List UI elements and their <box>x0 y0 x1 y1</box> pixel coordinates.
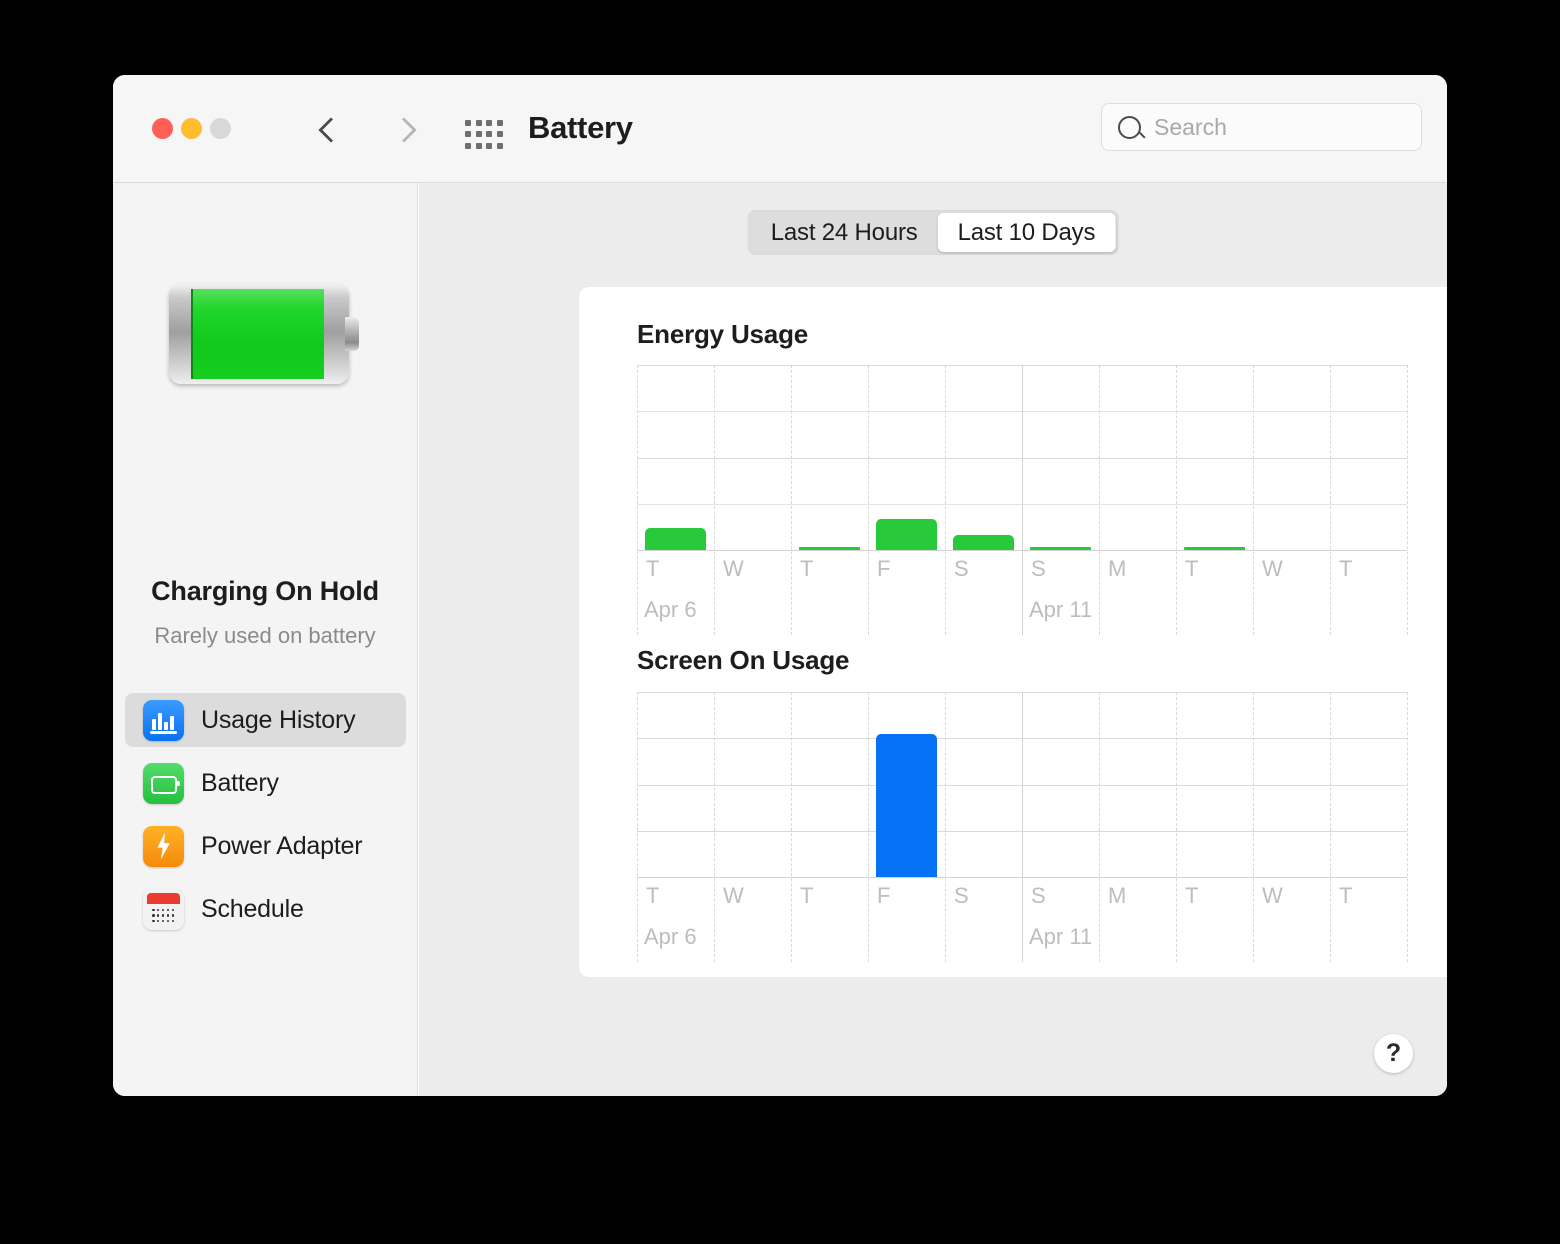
x-axis-tick-label: W <box>1262 883 1283 908</box>
x-axis-tick-label: T <box>1339 556 1353 581</box>
x-axis-tick-label: W <box>723 556 744 581</box>
sidebar-item-label: Power Adapter <box>201 831 363 860</box>
search-icon <box>1118 115 1141 139</box>
gridline-vertical <box>1330 365 1331 635</box>
chart-bar <box>1183 547 1246 550</box>
gridline-vertical <box>1253 692 1254 962</box>
x-axis-tick-label: M <box>1108 556 1127 581</box>
gridline-vertical <box>1330 692 1331 962</box>
battery-status-title: Charging On Hold <box>151 576 379 606</box>
gridline-vertical <box>1176 692 1177 962</box>
sidebar-item-schedule[interactable]: Schedule <box>125 882 406 936</box>
search-field[interactable]: Search <box>1101 103 1422 151</box>
schedule-calendar-icon <box>143 888 184 930</box>
x-axis-date-label: Apr 11 <box>1029 924 1093 949</box>
x-axis-tick-label: T <box>1339 883 1353 908</box>
time-range-segmented-control[interactable]: Last 24 Hours Last 10 Days <box>747 210 1119 255</box>
sidebar-item-battery[interactable]: Battery <box>125 756 406 810</box>
chart-bar <box>798 547 861 550</box>
gridline-vertical <box>637 365 638 635</box>
sidebar-item-usage-history[interactable]: Usage History <box>125 693 406 747</box>
sidebar-item-label: Battery <box>201 768 279 797</box>
x-axis-tick-label: T <box>646 883 660 908</box>
gridline-vertical <box>868 692 869 962</box>
chart-bar <box>644 527 707 550</box>
sidebar-item-power-adapter[interactable]: Power Adapter <box>125 819 406 873</box>
x-axis-tick-label: F <box>877 883 891 908</box>
usage-history-icon <box>143 699 184 741</box>
x-axis-tick-label: S <box>1031 556 1046 581</box>
chart-bar <box>875 518 938 550</box>
gridline-vertical <box>1176 365 1177 635</box>
gridline-vertical <box>1022 365 1023 635</box>
x-axis-tick-label: S <box>1031 883 1046 908</box>
gridline-vertical <box>945 692 946 962</box>
sidebar-item-label: Schedule <box>201 894 304 923</box>
chart-bar <box>952 535 1015 550</box>
minimize-button[interactable] <box>181 118 202 139</box>
screen-on-usage-plot: 0h1h2h3h4hTApr 6WTFSSApr 11MTWT <box>637 692 1408 962</box>
screen-on-usage-chart: Screen On Usage 0h1h2h3h4hTApr 6WTFSSApr… <box>579 612 1447 972</box>
gridline-vertical <box>945 365 946 635</box>
gridline-vertical <box>1022 692 1023 962</box>
x-axis-tick-label: S <box>954 883 969 908</box>
gridline-vertical <box>714 365 715 635</box>
energy-usage-plot: 0%50%100%TApr 6WTFSSApr 11MTWT <box>637 365 1408 635</box>
gridline-vertical <box>1253 365 1254 635</box>
help-question-icon: ? <box>1385 1039 1402 1067</box>
traffic-light-group <box>152 118 231 139</box>
x-axis-tick-label: T <box>1185 556 1199 581</box>
zoom-button[interactable] <box>210 118 231 139</box>
x-axis-tick-label: W <box>723 883 744 908</box>
tab-last-10-days[interactable]: Last 10 Days <box>937 213 1116 252</box>
main-content: Last 24 Hours Last 10 Days Energy Usage … <box>419 183 1447 1096</box>
gridline-vertical <box>1099 692 1100 962</box>
x-axis-date-label: Apr 6 <box>644 924 697 949</box>
gridline-vertical <box>791 365 792 635</box>
battery-status-subtitle: Rarely used on battery <box>154 623 376 648</box>
x-axis-tick-label: S <box>954 556 969 581</box>
x-axis-tick-label: T <box>800 556 814 581</box>
gridline-vertical <box>1407 692 1408 962</box>
battery-icon <box>143 762 184 804</box>
x-axis-tick-label: T <box>1185 883 1199 908</box>
x-axis-tick-label: W <box>1262 556 1283 581</box>
sidebar-nav-list: Usage History Battery Power Adapter Sche… <box>125 693 406 945</box>
usage-history-card: Energy Usage 0%50%100%TApr 6WTFSSApr 11M… <box>579 287 1447 977</box>
sidebar-item-label: Usage History <box>201 705 356 734</box>
energy-usage-chart: Energy Usage 0%50%100%TApr 6WTFSSApr 11M… <box>579 287 1447 635</box>
power-adapter-icon <box>143 825 184 867</box>
window-body: Charging On Hold Rarely used on battery … <box>113 183 1447 1096</box>
gridline-vertical <box>1099 365 1100 635</box>
gridline-vertical <box>868 365 869 635</box>
search-placeholder: Search <box>1154 113 1227 140</box>
screen: Battery Search Charging On Hold Rarely u… <box>0 0 1560 1244</box>
gridline-vertical <box>714 692 715 962</box>
close-button[interactable] <box>152 118 173 139</box>
gridline-vertical <box>791 692 792 962</box>
page-title: Battery <box>528 110 633 145</box>
chevron-right-icon <box>395 116 411 144</box>
system-preferences-window: Battery Search Charging On Hold Rarely u… <box>113 75 1447 1096</box>
chart-bar <box>875 733 938 877</box>
battery-full-icon <box>169 284 361 386</box>
chart-bar <box>1029 547 1092 550</box>
gridline-vertical <box>637 692 638 962</box>
x-axis-tick-label: M <box>1108 883 1127 908</box>
window-titlebar: Battery Search <box>113 75 1447 183</box>
back-button[interactable] <box>310 111 346 149</box>
x-axis-tick-label: T <box>646 556 660 581</box>
chevron-left-icon <box>320 116 336 144</box>
gridline-vertical <box>1407 365 1408 635</box>
energy-usage-title: Energy Usage <box>637 319 809 349</box>
sidebar: Charging On Hold Rarely used on battery … <box>113 183 418 1096</box>
x-axis-tick-label: T <box>800 883 814 908</box>
help-button[interactable]: ? <box>1374 1034 1413 1073</box>
forward-button[interactable] <box>385 111 421 149</box>
screen-on-usage-title: Screen On Usage <box>637 645 850 675</box>
x-axis-tick-label: F <box>877 556 891 581</box>
show-all-grid-icon[interactable] <box>465 120 503 150</box>
tab-last-24-hours[interactable]: Last 24 Hours <box>751 213 938 252</box>
